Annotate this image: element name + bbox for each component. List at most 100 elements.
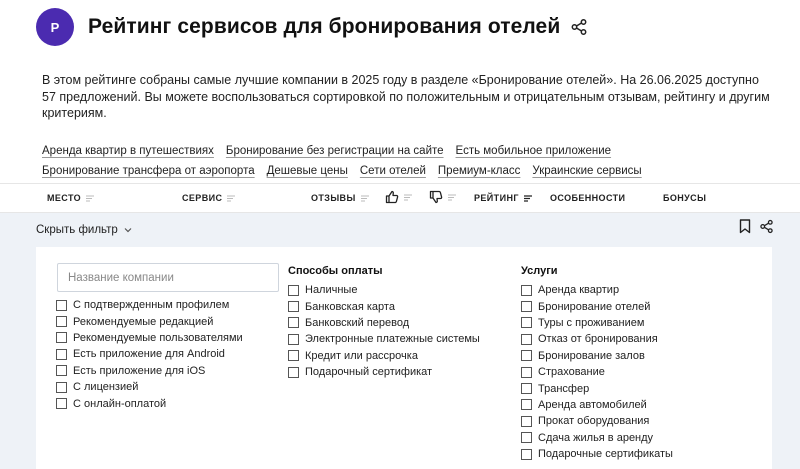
hide-filter-button[interactable]: Скрыть фильтр [36,224,132,236]
filter-checkbox[interactable]: Наличные [288,282,480,298]
checkbox-label: Бронирование залов [538,349,645,362]
sort-active-icon [523,194,532,202]
checkbox[interactable] [521,284,532,296]
filter-checkbox[interactable]: Отказ от бронирования [521,331,673,347]
column-bonuses: БОНУСЫ [663,193,707,203]
checkbox-label: Аренда квартир [538,284,620,297]
filter-checkbox[interactable]: Есть приложение для iOS [56,363,243,379]
checkbox[interactable] [521,350,532,362]
tag-link[interactable]: Украинские сервисы [532,165,641,177]
column-place[interactable]: МЕСТО [47,193,95,203]
filter-checkbox[interactable]: Рекомендуемые пользователями [56,330,243,346]
tag-link[interactable]: Бронирование без регистрации на сайте [226,145,444,157]
checkbox[interactable] [56,398,67,410]
share-icon[interactable] [759,219,774,234]
filter-checkbox[interactable]: С онлайн-оплатой [56,395,243,411]
checkbox-label: Банковская карта [305,300,395,313]
checkbox[interactable] [521,301,532,313]
sort-icon [360,195,369,201]
checkbox[interactable] [288,366,299,378]
checkbox[interactable] [288,301,299,313]
column-rating[interactable]: РЕЙТИНГ [474,193,532,203]
general-filter-list: С подтвержденным профилем Рекомендуемые р… [56,297,243,412]
checkbox[interactable] [521,448,532,460]
services-filter-list: Аренда квартир Бронирование отелей Туры с … [521,282,673,462]
checkbox-label: Подарочный сертификат [305,366,433,379]
page-description: В этом рейтинге собраны самые лучшие ком… [42,73,770,120]
page-header: P Рейтинг сервисов для бронирования отел… [36,8,588,46]
bookmark-icon[interactable] [739,219,751,234]
filter-checkbox[interactable]: С лицензией [56,379,243,395]
tag-link[interactable]: Дешевые цены [267,165,348,177]
sort-icon [448,194,456,200]
payment-filter-list: Наличные Банковская карта Банковский перев… [288,282,480,380]
checkbox-label: Аренда автомобилей [538,398,647,411]
column-positive-reviews[interactable] [385,190,412,204]
filter-checkbox[interactable]: Трансфер [521,380,673,396]
filter-checkbox[interactable]: Бронирование залов [521,348,673,364]
checkbox[interactable] [521,415,532,427]
tag-link[interactable]: Аренда квартир в путешествиях [42,145,214,157]
checkbox[interactable] [288,317,299,329]
column-negative-reviews[interactable] [429,190,456,204]
filter-checkbox[interactable]: Бронирование отелей [521,298,673,314]
checkbox-label: Электронные платежные системы [305,333,480,346]
checkbox[interactable] [521,317,532,329]
filter-checkbox[interactable]: Подарочный сертификат [288,364,480,380]
checkbox[interactable] [56,381,67,393]
checkbox[interactable] [521,399,532,411]
filter-checkbox[interactable]: Туры с проживанием [521,315,673,331]
column-service[interactable]: СЕРВИС [182,193,236,203]
filter-checkbox[interactable]: Банковский перевод [288,315,480,331]
checkbox[interactable] [56,316,67,328]
checkbox[interactable] [521,432,532,444]
checkbox-label: Прокат оборудования [538,415,650,428]
filter-checkbox[interactable]: Аренда квартир [521,282,673,298]
checkbox-label: Сдача жилья в аренду [538,431,654,444]
page-title: Рейтинг сервисов для бронирования отелей [88,15,561,38]
checkbox-label: Наличные [305,284,358,297]
filter-checkbox[interactable]: Банковская карта [288,298,480,314]
filter-checkbox[interactable]: Кредит или рассрочка [288,348,480,364]
checkbox[interactable] [56,332,67,344]
column-reviews[interactable]: ОТЗЫВЫ [311,193,369,203]
checkbox-label: Бронирование отелей [538,300,651,313]
filter-checkbox[interactable]: Рекомендуемые редакцией [56,313,243,329]
tag-link[interactable]: Сети отелей [360,165,426,177]
filter-checkbox[interactable]: Страхование [521,364,673,380]
filter-panel: Скрыть фильтр С подтвержденным профилем Р… [0,213,800,469]
checkbox[interactable] [521,383,532,395]
filter-checkbox[interactable]: Подарочные сертификаты [521,446,673,462]
tag-link[interactable]: Есть мобильное приложение [456,145,612,157]
share-icon[interactable] [570,18,588,36]
thumbs-up-icon [385,190,399,204]
checkbox-label: Отказ от бронирования [538,333,658,346]
checkbox-label: Кредит или рассрочка [305,349,418,362]
checkbox[interactable] [288,284,299,296]
filter-checkbox[interactable]: Аренда автомобилей [521,397,673,413]
filter-checkbox[interactable]: Сдача жилья в аренду [521,430,673,446]
column-features: ОСОБЕННОСТИ [550,193,626,203]
filter-checkbox[interactable]: Электронные платежные системы [288,331,480,347]
services-title: Услуги [521,265,558,277]
checkbox-label: Туры с проживанием [538,316,645,329]
checkbox-label: Есть приложение для iOS [73,364,206,377]
filter-checkbox[interactable]: Есть приложение для Android [56,346,243,362]
thumbs-down-icon [429,190,443,204]
filter-checkbox[interactable]: С подтвержденным профилем [56,297,243,313]
checkbox-label: Рекомендуемые пользователями [73,331,243,344]
sort-icon [86,195,95,201]
checkbox-label: С онлайн-оплатой [73,397,167,410]
checkbox[interactable] [288,350,299,362]
checkbox[interactable] [521,366,532,378]
checkbox-label: Рекомендуемые редакцией [73,315,214,328]
checkbox[interactable] [56,348,67,360]
tag-link[interactable]: Бронирование трансфера от аэропорта [42,165,255,177]
checkbox[interactable] [521,333,532,345]
checkbox[interactable] [288,333,299,345]
checkbox[interactable] [56,365,67,377]
checkbox[interactable] [56,299,67,311]
company-search-input[interactable] [57,263,279,292]
filter-checkbox[interactable]: Прокат оборудования [521,413,673,429]
tag-link[interactable]: Премиум-класс [438,165,521,177]
